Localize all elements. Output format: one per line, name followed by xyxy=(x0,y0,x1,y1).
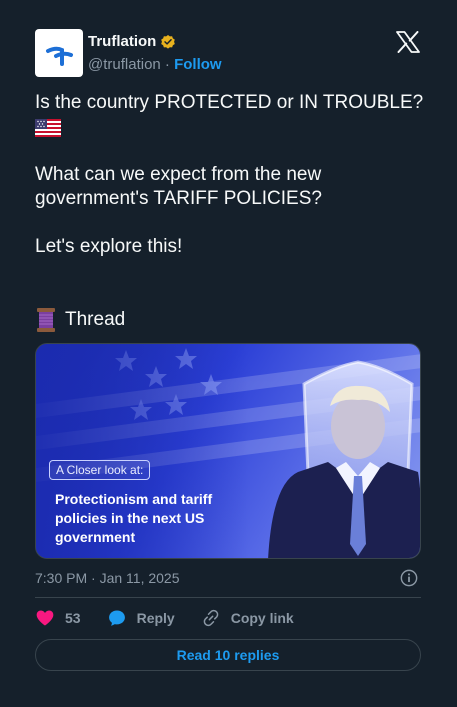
copy-link-label: Copy link xyxy=(230,610,294,626)
tweet-text: Is the country PROTECTED or IN TROUBLE? … xyxy=(35,91,430,259)
us-flag-icon xyxy=(35,119,61,138)
tweet-card: Truflation @truflation · Follow Is the c… xyxy=(0,0,457,707)
reply-label: Reply xyxy=(136,610,175,626)
author-display-name[interactable]: Truflation xyxy=(88,33,156,50)
author-avatar[interactable] xyxy=(35,29,83,77)
author-handle[interactable]: @truflation xyxy=(88,56,161,73)
thread-label-row: Thread xyxy=(35,307,125,333)
verified-badge-icon[interactable] xyxy=(160,34,176,50)
tweet-line-explore: Let's explore this! xyxy=(35,236,183,257)
tweet-line-expectation: What can we expect from the new governme… xyxy=(35,164,322,209)
follow-button[interactable]: Follow xyxy=(174,56,222,73)
tweet-media-card[interactable]: A Closer look at: Protectionism and tari… xyxy=(35,343,421,559)
truflation-logo-icon xyxy=(46,46,73,66)
author-name-row: Truflation xyxy=(88,33,176,50)
heart-icon xyxy=(36,610,54,626)
info-icon[interactable] xyxy=(400,569,418,587)
media-headline: Protectionism and tariff policies in the… xyxy=(55,491,213,545)
reply-bubble-icon xyxy=(108,610,125,626)
thread-label: Thread xyxy=(65,309,126,330)
handle-separator: · xyxy=(160,56,175,73)
media-pill-label: A Closer look at: xyxy=(49,460,151,480)
tweet-timestamp[interactable]: 7:30 PM · Jan 11, 2025 xyxy=(35,570,180,586)
spool-of-thread-icon xyxy=(37,308,55,332)
like-count: 53 xyxy=(65,610,81,626)
x-logo-icon[interactable] xyxy=(396,31,420,53)
link-icon xyxy=(203,609,218,627)
tweet-actions: 53 Reply Copy link xyxy=(35,608,320,628)
author-handle-row: @truflation · Follow xyxy=(88,56,222,73)
copy-link-button[interactable]: Copy link xyxy=(201,608,294,628)
reply-button[interactable]: Reply xyxy=(107,608,175,628)
divider xyxy=(35,597,421,598)
like-button[interactable]: 53 xyxy=(35,608,81,628)
read-replies-button[interactable]: Read 10 replies xyxy=(35,639,421,671)
tweet-line-question: Is the country PROTECTED or IN TROUBLE? xyxy=(35,92,424,113)
